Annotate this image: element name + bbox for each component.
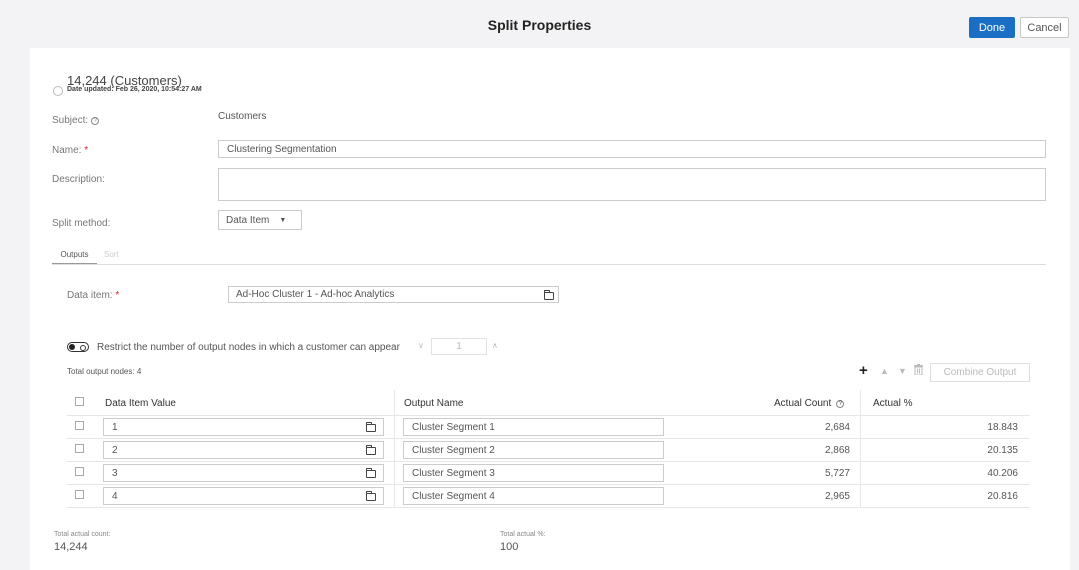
actual-count: 2,965 [824,491,850,502]
folder-icon[interactable] [365,445,376,455]
total-output-nodes: Total output nodes: 4 [67,367,142,376]
actual-count: 2,684 [824,422,850,433]
dialog-title: Split Properties [487,17,592,33]
actual-percent: 40.206 [987,468,1018,479]
description-input[interactable] [218,168,1046,201]
row-divider [67,415,1030,416]
split-method-value: Data Item [226,214,270,226]
tab-outputs[interactable]: Outputs [52,250,97,265]
restrict-count-input[interactable]: 1 [431,338,487,355]
data-item-value-input[interactable]: 1 [103,418,384,436]
row-divider [67,507,1030,508]
description-label: Description: [52,174,105,185]
column-divider [860,390,861,507]
actual-percent: 20.135 [987,445,1018,456]
restrict-label: Restrict the number of output nodes in w… [97,342,400,353]
subject-label: Subject:? [52,115,100,126]
row-checkbox[interactable] [75,467,84,476]
output-name-input[interactable]: Cluster Segment 1 [403,418,664,436]
folder-icon[interactable] [365,422,376,432]
output-name-input[interactable]: Cluster Segment 3 [403,464,664,482]
combine-output-button[interactable]: Combine Output [930,363,1030,382]
row-checkbox[interactable] [75,444,84,453]
row-divider [67,438,1030,439]
total-count-value: 14,244 [54,541,88,553]
dialog-header: Split Properties Done Cancel [0,0,1079,48]
select-all-checkbox[interactable] [75,397,84,406]
total-percent-value: 100 [500,541,519,553]
folder-icon[interactable] [543,290,554,300]
total-percent-label: Total actual %: [500,531,546,538]
data-item-input[interactable]: Ad-Hoc Cluster 1 - Ad-hoc Analytics [228,286,559,303]
actual-percent: 20.816 [987,491,1018,502]
split-method-select[interactable]: Data Item ▼ [218,210,302,230]
help-icon[interactable]: ? [91,117,100,125]
stepper-up-icon[interactable]: ∧ [492,341,498,350]
subject-value: Customers [218,111,267,122]
split-method-label: Split method: [52,218,111,229]
move-down-icon[interactable]: ▼ [898,366,907,376]
column-divider [394,390,395,507]
total-count-label: Total actual count: [54,531,111,538]
data-item-value-input[interactable]: 2 [103,441,384,459]
folder-icon[interactable] [365,468,376,478]
col-actual-percent[interactable]: Actual % [873,398,912,409]
restrict-toggle[interactable] [67,342,89,352]
move-up-icon[interactable]: ▲ [880,366,889,376]
name-label: Name: * [52,145,89,156]
actual-count: 5,727 [824,468,850,479]
data-item-value-input[interactable]: 4 [103,487,384,505]
col-output-name[interactable]: Output Name [404,398,463,409]
actual-count: 2,868 [824,445,850,456]
output-name-input[interactable]: Cluster Segment 4 [403,487,664,505]
refresh-icon[interactable] [53,86,63,96]
col-data-item-value[interactable]: Data Item Value [105,398,176,409]
output-name-input[interactable]: Cluster Segment 2 [403,441,664,459]
tabs-divider [52,264,1046,265]
row-divider [67,461,1030,462]
row-checkbox[interactable] [75,490,84,499]
data-item-value-input[interactable]: 3 [103,464,384,482]
tab-sort[interactable]: Sort [104,250,119,259]
add-icon[interactable]: + [859,362,868,379]
delete-icon[interactable] [914,364,923,375]
row-checkbox[interactable] [75,421,84,430]
caret-down-icon: ▼ [279,216,287,224]
col-actual-count[interactable]: Actual Count? [774,398,845,409]
name-input[interactable]: Clustering Segmentation [218,140,1046,158]
folder-icon[interactable] [365,491,376,501]
actual-percent: 18.843 [987,422,1018,433]
data-item-label: Data item: * [67,290,120,301]
cancel-button[interactable]: Cancel [1020,17,1069,38]
help-icon[interactable]: ? [836,400,845,408]
date-updated: Date updated: Feb 26, 2020, 10:54:27 AM [67,86,202,93]
done-button[interactable]: Done [969,17,1015,38]
stepper-down-icon[interactable]: ∨ [418,341,424,350]
row-divider [67,484,1030,485]
